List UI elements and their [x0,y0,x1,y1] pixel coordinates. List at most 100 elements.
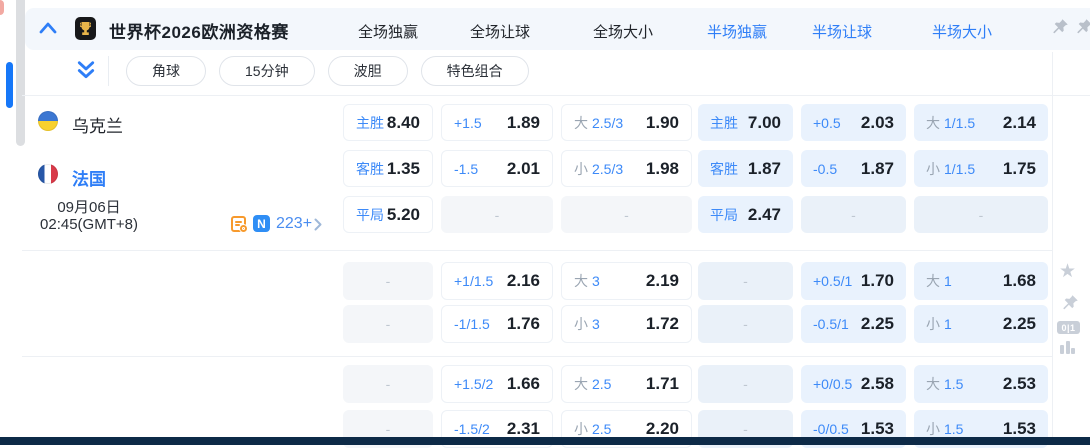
odds-value: 1.70 [861,271,894,291]
outcome-label: +0.5 [813,115,841,131]
active-row-indicator [6,62,13,108]
odds-cell[interactable]: 平局2.47 [698,196,793,233]
scrollbar-thumb[interactable] [16,0,25,146]
tab-fulltime-1x2[interactable]: 全场独赢 [358,21,418,42]
odds-value: 1.68 [1003,271,1036,291]
odds-cell[interactable]: 小2.5/31.98 [561,150,692,187]
match-start-time: 02:45(GMT+8) [24,216,154,233]
outcome-label: -0.5 [813,161,837,177]
odds-cell-empty: - [441,196,553,233]
odds-value: 1.35 [387,159,420,179]
odds-cell[interactable]: -0.5 1.87 [801,150,906,187]
chip-corners[interactable]: 角球 [126,56,206,86]
odds-cell[interactable]: 主胜7.00 [698,104,793,141]
divider [22,356,1052,357]
chip-correct-score[interactable]: 波胆 [328,56,408,86]
outcome-label: -0/0.5 [813,421,849,437]
bottom-navy-bar [0,437,1090,445]
odds-cell[interactable]: -1/1.5 1.76 [441,305,553,343]
over-under-label: 大 [574,113,588,133]
double-chevron-down-icon[interactable] [76,60,96,80]
odds-cell[interactable]: 小12.25 [914,305,1048,343]
empty-odds-dash: - [386,316,391,332]
odds-cell[interactable]: +1.5/21.66 [441,365,553,403]
tab-halftime-1x2[interactable]: 半场独赢 [707,21,767,42]
tab-fulltime-overunder[interactable]: 全场大小 [593,21,653,42]
league-title: 世界杯2026欧洲资格赛 [109,18,289,43]
chip-specials[interactable]: 特色组合 [421,56,529,86]
odds-value: 1.76 [507,314,540,334]
odds-cell[interactable]: -1.52.01 [441,150,553,187]
chevron-right-icon[interactable] [314,218,322,231]
outcome-label: +0/0.5 [813,376,852,392]
odds-cell[interactable]: +0/0.5 2.58 [801,365,906,403]
odds-cell[interactable]: 客胜1.87 [698,150,793,187]
odds-cell[interactable]: +0.5/1 1.70 [801,262,906,300]
odds-cell[interactable]: 小1/1.51.75 [914,150,1048,187]
over-under-label: 大 [574,374,588,394]
pushpin-icon[interactable] [1051,18,1069,36]
tab-halftime-handicap[interactable]: 半场让球 [812,21,872,42]
odds-value: 2.20 [646,419,679,439]
line-value: 1 [944,316,952,332]
odds-cell[interactable]: 小31.72 [561,305,692,343]
odds-cell[interactable]: -0.5/12.25 [801,305,906,343]
odds-cell[interactable]: +0.52.03 [801,104,906,141]
odds-value: 2.25 [861,314,894,334]
empty-odds-dash: - [624,207,629,223]
odds-cell[interactable]: +1/1.52.16 [441,262,553,300]
odds-cell-empty: - [801,196,906,233]
line-value: 3 [592,316,600,332]
over-under-label: 小 [926,159,940,179]
tab-halftime-overunder[interactable]: 半场大小 [932,21,992,42]
line-value: 1.5 [944,421,963,437]
line-value: 2.5 [592,421,611,437]
odds-cell[interactable]: 大1/1.52.14 [914,104,1048,141]
chevron-up-icon[interactable] [39,21,57,35]
divider [22,95,1090,96]
favorite-star-icon[interactable]: ★ [1059,262,1076,281]
outcome-label: +1.5 [454,115,482,131]
odds-value: 1.53 [861,419,894,439]
odds-cell[interactable]: 大2.5/31.90 [561,104,692,141]
pushpin-icon[interactable] [1075,18,1090,36]
empty-odds-dash: - [743,273,748,289]
outcome-label: -1/1.5 [454,316,490,332]
odds-value: 1.71 [646,374,679,394]
world-cup-trophy-icon [75,17,96,40]
chip-15min[interactable]: 15分钟 [219,56,315,86]
outcome-label: +1/1.5 [454,273,493,289]
scoreboard-icon[interactable]: 0|1 [1057,321,1080,334]
odds-value: 1.75 [1003,159,1036,179]
n-badge-icon[interactable]: N [253,215,270,232]
odds-cell-empty: - [914,196,1048,233]
odds-cell[interactable]: 大11.68 [914,262,1048,300]
outcome-label: +0.5/1 [813,273,852,289]
outcome-label: 主胜 [356,113,384,133]
odds-history-icon[interactable] [231,216,246,232]
odds-cell[interactable]: 大2.51.71 [561,365,692,403]
odds-cell[interactable]: 平局5.20 [343,196,433,233]
outcome-label: 平局 [356,205,384,225]
left-edge-marker [0,0,4,15]
odds-value: 1.87 [861,159,894,179]
odds-cell[interactable]: 大32.19 [561,262,692,300]
tab-fulltime-handicap[interactable]: 全场让球 [470,21,530,42]
pushpin-icon[interactable] [1061,294,1079,312]
over-under-label: 小 [574,419,588,439]
odds-value: 1.87 [748,159,781,179]
away-team-name: 法国 [72,165,106,190]
odds-cell[interactable]: 客胜1.35 [343,150,433,187]
odds-cell[interactable]: 主胜8.40 [343,104,433,141]
odds-cell[interactable]: +1.51.89 [441,104,553,141]
more-markets-count[interactable]: 223+ [276,215,312,233]
line-value: 2.5/3 [592,161,623,177]
line-value: 1.5 [944,376,963,392]
over-under-label: 小 [926,419,940,439]
stats-chart-icon[interactable] [1060,340,1076,354]
odds-cell[interactable]: 大1.52.53 [914,365,1048,403]
over-under-label: 小 [926,314,940,334]
odds-value: 2.58 [861,374,894,394]
odds-cell-empty: - [343,305,433,343]
odds-value: 2.53 [1003,374,1036,394]
